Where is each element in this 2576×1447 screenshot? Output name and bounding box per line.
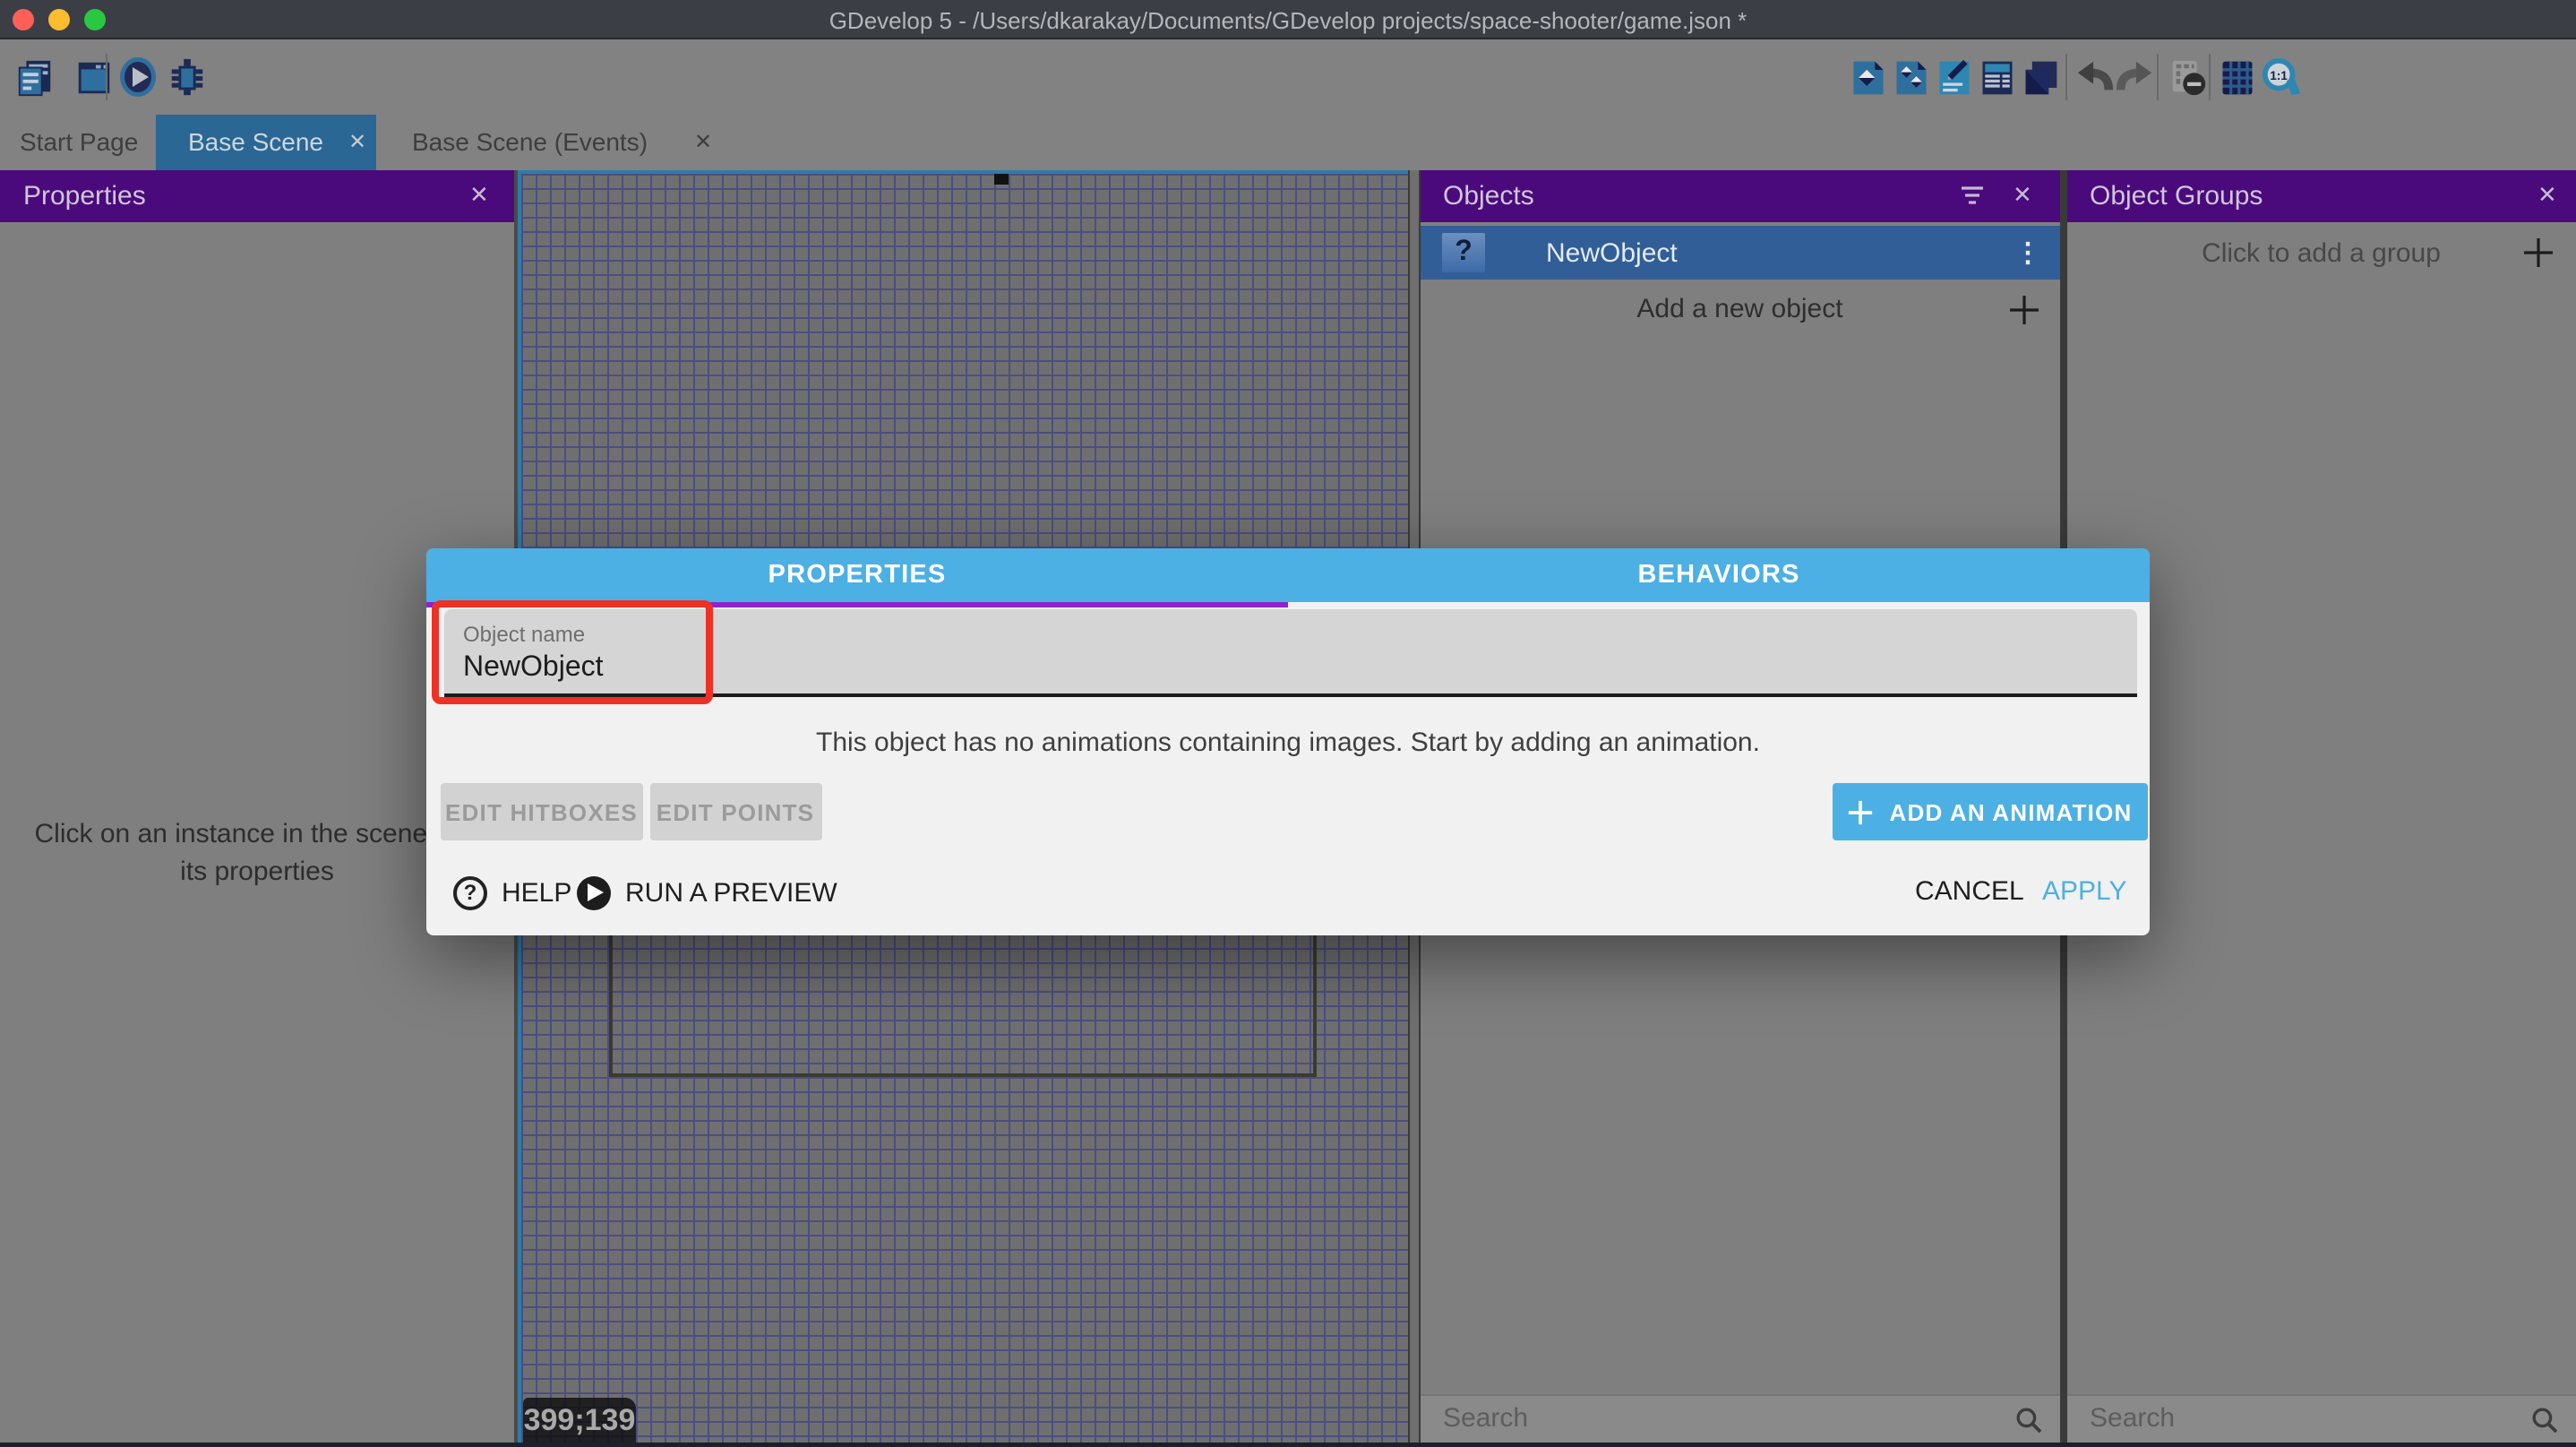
object-groups-search-field[interactable]: Search (2066, 1393, 2576, 1442)
main-toolbar: 1:1 (0, 39, 2576, 115)
undo-icon (2074, 56, 2115, 98)
properties-panel-header: Properties ✕ (0, 169, 514, 221)
add-animation-button[interactable]: ADD AN ANIMATION (1832, 783, 2147, 840)
close-properties-panel-icon[interactable]: ✕ (469, 181, 489, 210)
title-bar: GDevelop 5 - /Users/dkarakay/Documents/G… (0, 0, 2576, 39)
tab-start-page[interactable]: Start Page (0, 115, 158, 169)
plus-icon[interactable] (2521, 237, 2554, 269)
plus-icon (1847, 798, 1874, 825)
tab-label: Base Scene (188, 128, 323, 157)
add-object-icon (1849, 56, 1888, 98)
tab-label: Start Page (20, 128, 138, 157)
object-groups-panel-title: Object Groups (2090, 180, 2263, 211)
red-annotation-rect (432, 600, 713, 704)
debug-button[interactable] (165, 56, 208, 99)
open-layers-button[interactable] (2019, 56, 2062, 99)
cancel-button[interactable]: CANCEL (1915, 875, 2024, 906)
zoom-original-button[interactable]: 1:1 (2259, 56, 2302, 99)
toggle-instances-panel-button[interactable] (2166, 56, 2209, 99)
project-manager-icon (13, 56, 55, 98)
plus-icon[interactable] (2007, 293, 2039, 325)
run-preview-button[interactable] (116, 56, 159, 99)
redo-button[interactable] (2112, 56, 2155, 99)
start-page-icon (73, 56, 114, 98)
play-icon (577, 875, 611, 909)
tab-base-scene[interactable]: Base Scene ✕ (156, 115, 376, 169)
close-object-groups-panel-icon[interactable]: ✕ (2537, 181, 2557, 210)
close-tab-icon[interactable]: ✕ (694, 130, 712, 155)
help-button[interactable]: ? HELP (453, 875, 571, 909)
toolbar-separator (2157, 54, 2159, 100)
search-placeholder: Search (2090, 1403, 2175, 1434)
object-groups-panel-header: Object Groups ✕ (2066, 169, 2576, 221)
dialog-tab-behaviors[interactable]: BEHAVIORS (1288, 547, 2150, 602)
gdevelop-window: GDevelop 5 - /Users/dkarakay/Documents/G… (0, 0, 2576, 1447)
edit-scene-properties-button[interactable] (1933, 56, 1976, 99)
objects-search-field[interactable]: Search (1420, 1393, 2060, 1442)
objects-panel-header: Objects ✕ (1420, 169, 2060, 221)
zoom-1-1-icon: 1:1 (2260, 56, 2301, 98)
run-preview-dialog-button[interactable]: RUN A PREVIEW (577, 875, 837, 909)
tab-base-scene-events[interactable]: Base Scene (Events) ✕ (376, 115, 712, 169)
editor-tab-bar: Start Page Base Scene ✕ Base Scene (Even… (0, 115, 2576, 169)
layers-icon (2021, 56, 2060, 98)
close-tab-icon[interactable]: ✕ (348, 130, 366, 155)
instances-list-icon (1978, 56, 2017, 98)
add-object-group-button[interactable] (1890, 56, 1933, 99)
grid-icon (2218, 56, 2257, 98)
apply-button[interactable]: APPLY (2042, 875, 2127, 906)
dialog-actions-row: ? HELP RUN A PREVIEW CANCEL APPLY (426, 866, 2150, 935)
properties-panel-title: Properties (23, 180, 146, 211)
filter-icon[interactable] (1959, 184, 1984, 207)
dialog-tab-label: PROPERTIES (769, 561, 947, 590)
scene-top-handle (994, 173, 1009, 184)
tab-label: Base Scene (Events) (412, 128, 648, 157)
object-name-label: NewObject (1546, 237, 1678, 268)
edit-scene-properties-icon (1935, 56, 1974, 98)
object-list-item-newobject[interactable]: ? NewObject ⋮ (1420, 226, 2060, 280)
toolbar-separator (2065, 54, 2067, 100)
add-group-label: Click to add a group (2202, 237, 2441, 268)
object-row-menu-icon[interactable]: ⋮ (2014, 237, 2041, 269)
close-objects-panel-icon[interactable]: ✕ (2013, 181, 2032, 210)
unknown-object-question-icon: ? (1442, 233, 1485, 272)
objects-panel-title: Objects (1443, 180, 1534, 211)
add-new-object-label: Add a new object (1636, 294, 1842, 324)
no-animations-message: This object has no animations containing… (426, 727, 2150, 757)
toolbar-separator (2209, 54, 2211, 100)
toggle-instances-panel-icon (2167, 56, 2208, 98)
add-object-button[interactable] (1847, 56, 1890, 99)
object-editor-dialog: PROPERTIES BEHAVIORS Object name NewObje… (426, 547, 2150, 935)
search-icon[interactable] (2530, 1406, 2557, 1433)
window-title: GDevelop 5 - /Users/dkarakay/Documents/G… (0, 7, 2576, 34)
debug-icon (166, 56, 207, 98)
search-icon[interactable] (2014, 1406, 2041, 1433)
dialog-tab-bar: PROPERTIES BEHAVIORS (426, 547, 2150, 602)
start-page-button[interactable] (72, 56, 115, 99)
search-placeholder: Search (1443, 1403, 1528, 1434)
open-instances-list-button[interactable] (1976, 56, 2019, 99)
svg-text:1:1: 1:1 (2269, 68, 2287, 82)
dialog-tab-properties[interactable]: PROPERTIES (426, 547, 1288, 602)
window-bottom-edge (0, 1442, 2576, 1447)
toggle-grid-button[interactable] (2216, 56, 2259, 99)
add-new-object-row[interactable]: Add a new object (1420, 282, 2060, 336)
edit-hitboxes-button[interactable]: EDIT HITBOXES (441, 783, 642, 840)
toolbar-separator (106, 54, 107, 100)
edit-points-button[interactable]: EDIT POINTS (649, 783, 821, 840)
redo-icon (2113, 56, 2154, 98)
add-object-group-icon (1892, 56, 1931, 98)
play-preview-icon (116, 56, 159, 99)
cursor-coordinates-badge: 399;139 (523, 1398, 636, 1444)
project-manager-button[interactable] (13, 56, 56, 99)
add-group-row[interactable]: Click to add a group (2066, 226, 2576, 280)
help-icon: ? (453, 875, 487, 909)
undo-button[interactable] (2073, 56, 2116, 99)
dialog-tab-label: BEHAVIORS (1637, 561, 1799, 590)
